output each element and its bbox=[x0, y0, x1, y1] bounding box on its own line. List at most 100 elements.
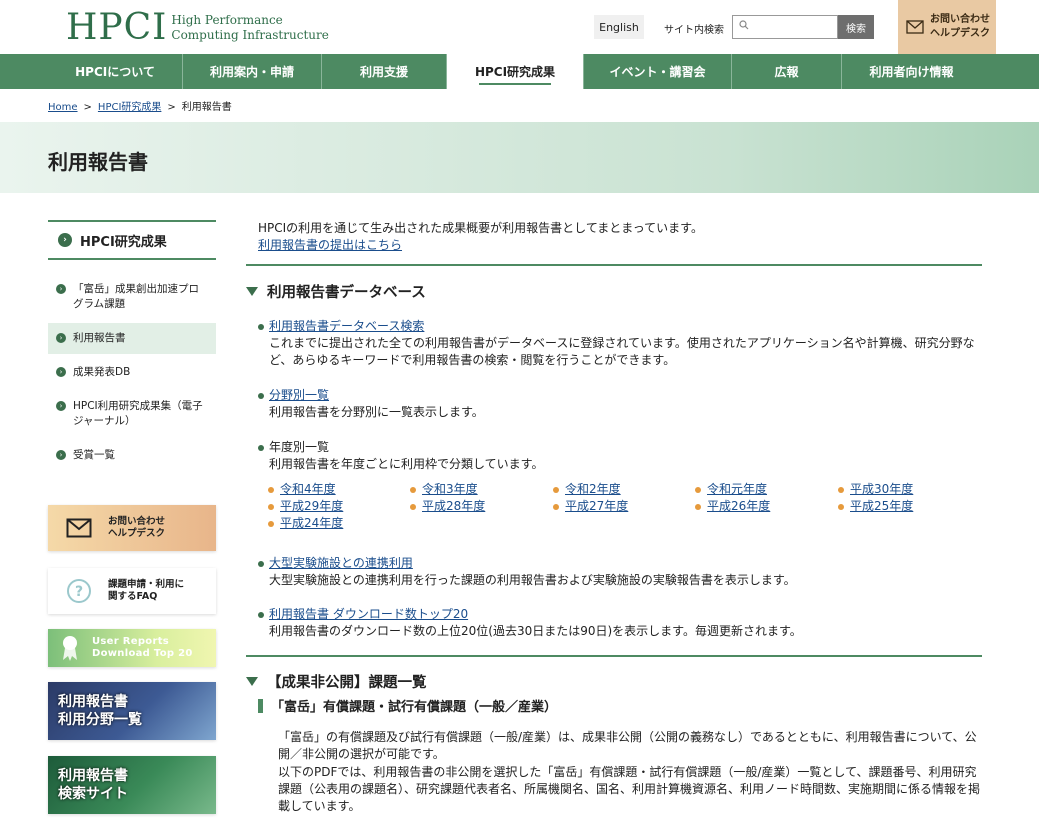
year-link-h24[interactable]: 平成24年度 bbox=[280, 516, 343, 530]
private-para-2: 以下のPDFでは、利用報告書の非公開を選択した「富岳」有償課題・試行有償課題（一… bbox=[278, 765, 981, 813]
bullet-icon bbox=[410, 486, 416, 493]
main-content: HPCIの利用を通じて生み出された成果概要が利用報告書としてまとまっています。 … bbox=[246, 220, 982, 302]
year-link-r3[interactable]: 令和3年度 bbox=[422, 482, 478, 496]
subtitle-label: 「富岳」有償課題・試行有償課題（一般／産業） bbox=[271, 700, 558, 715]
question-icon: ? bbox=[67, 579, 91, 603]
nav-item-support[interactable]: 利用支援 bbox=[322, 54, 447, 89]
nav-item-guide[interactable]: 利用案内・申請 bbox=[183, 54, 322, 89]
top20-desc: 利用報告書のダウンロード数の上位20位(過去30日または90日)を表示します。毎… bbox=[269, 624, 802, 638]
bullet-icon bbox=[268, 486, 274, 493]
sidebar-item-journal[interactable]: › HPCI利用研究成果集（電子ジャーナル） bbox=[48, 391, 216, 437]
search-button[interactable]: 検索 bbox=[838, 15, 874, 39]
bullet-icon bbox=[553, 486, 559, 493]
sidebar-item-label: HPCI利用研究成果集（電子ジャーナル） bbox=[73, 400, 203, 427]
divider bbox=[246, 655, 982, 657]
search-site-banner[interactable]: 利用報告書 検索サイト bbox=[48, 756, 216, 814]
chevron-right-icon: › bbox=[56, 401, 66, 411]
top20-entry: 利用報告書 ダウンロード数トップ20 利用報告書のダウンロード数の上位20位(過… bbox=[258, 606, 982, 640]
english-button[interactable]: English bbox=[594, 15, 644, 39]
large-facility-entry: 大型実験施設との連携利用 大型実験施設との連携利用を行った課題の利用報告書および… bbox=[258, 555, 982, 589]
faq-banner-label: 課題申請・利用に 関するFAQ bbox=[108, 579, 185, 602]
year-link-r1[interactable]: 令和元年度 bbox=[707, 482, 767, 496]
bullet-icon bbox=[553, 503, 559, 510]
helpdesk-button[interactable]: お問い合わせ ヘルプデスク bbox=[898, 0, 996, 54]
triangle-down-icon bbox=[246, 287, 258, 296]
nav-item-results[interactable]: HPCI研究成果 bbox=[447, 54, 584, 89]
db-entry: 利用報告書データベース検索 これまでに提出された全ての利用報告書がデータベースに… bbox=[258, 318, 982, 369]
faq-banner[interactable]: ? 課題申請・利用に 関するFAQ bbox=[48, 568, 216, 614]
bullet-icon bbox=[268, 503, 274, 510]
fugaku-paid-subtitle: 「富岳」有償課題・試行有償課題（一般／産業） bbox=[258, 696, 557, 715]
field-list-banner[interactable]: 利用報告書 利用分野一覧 bbox=[48, 682, 216, 740]
section-private-title: 【成果非公開】課題一覧 bbox=[246, 671, 427, 692]
site-header: HPCI High Performance Computing Infrastr… bbox=[0, 0, 1039, 54]
breadcrumb-sep: > bbox=[167, 102, 176, 113]
submit-report-link[interactable]: 利用報告書の提出はこちら bbox=[258, 238, 402, 252]
bullet-icon bbox=[258, 323, 264, 330]
field-entry: 分野別一覧 利用報告書を分野別に一覧表示します。 bbox=[258, 387, 982, 421]
field-list-link[interactable]: 分野別一覧 bbox=[269, 388, 329, 402]
logo-line-1: High Performance bbox=[171, 13, 283, 27]
sidebar-item-label: 受賞一覧 bbox=[73, 449, 115, 461]
year-link-r4[interactable]: 令和4年度 bbox=[280, 482, 336, 496]
breadcrumb-home[interactable]: Home bbox=[48, 102, 78, 113]
field-list-banner-label: 利用報告書 利用分野一覧 bbox=[58, 694, 142, 728]
bullet-icon bbox=[695, 503, 701, 510]
bullet-icon bbox=[838, 486, 844, 493]
hpci-logo[interactable]: HPCI High Performance Computing Infrastr… bbox=[66, 8, 329, 48]
year-desc: 利用報告書を年度ごとに利用枠で分類しています。 bbox=[269, 457, 544, 471]
main-nav: HPCIについて 利用案内・申請 利用支援 HPCI研究成果 イベント・講習会 … bbox=[0, 54, 1039, 89]
medal-icon bbox=[63, 636, 77, 661]
helpdesk-banner-label: お問い合わせ ヘルプデスク bbox=[108, 516, 166, 539]
chevron-right-icon: › bbox=[56, 450, 66, 460]
field-desc: 利用報告書を分野別に一覧表示します。 bbox=[269, 405, 484, 419]
nav-item-about[interactable]: HPCIについて bbox=[48, 54, 183, 89]
divider bbox=[246, 264, 982, 266]
db-desc: これまでに提出された全ての利用報告書がデータベースに登録されています。使用された… bbox=[269, 336, 975, 367]
page-banner: 利用報告書 bbox=[0, 122, 1039, 193]
top20-link[interactable]: 利用報告書 ダウンロード数トップ20 bbox=[269, 607, 468, 621]
large-facility-link[interactable]: 大型実験施設との連携利用 bbox=[269, 556, 413, 570]
subtitle-bar bbox=[258, 698, 263, 713]
helpdesk-label: お問い合わせ ヘルプデスク bbox=[930, 14, 990, 39]
nav-item-events[interactable]: イベント・講習会 bbox=[584, 54, 732, 89]
section-database-title: 利用報告書データベース bbox=[246, 281, 982, 302]
sidebar-item-awards[interactable]: › 受賞一覧 bbox=[48, 440, 216, 471]
mail-icon bbox=[906, 20, 924, 34]
search-icon bbox=[739, 20, 749, 30]
section-title-label: 【成果非公開】課題一覧 bbox=[267, 675, 427, 691]
breadcrumb-sep: > bbox=[83, 102, 92, 113]
sidebar-item-reports[interactable]: › 利用報告書 bbox=[48, 323, 216, 354]
sidebar-heading[interactable]: › HPCI研究成果 bbox=[48, 220, 216, 260]
nav-item-pr[interactable]: 広報 bbox=[732, 54, 842, 89]
svg-text:?: ? bbox=[75, 584, 83, 600]
site-search-label: サイト内検索 bbox=[664, 25, 724, 36]
intro-text: HPCIの利用を通じて生み出された成果概要が利用報告書としてまとまっています。 bbox=[258, 221, 703, 235]
chevron-right-icon: › bbox=[56, 367, 66, 377]
year-link-h27[interactable]: 平成27年度 bbox=[565, 499, 628, 513]
breadcrumb-parent[interactable]: HPCI研究成果 bbox=[98, 102, 161, 113]
year-link-r2[interactable]: 令和2年度 bbox=[565, 482, 621, 496]
year-link-h28[interactable]: 平成28年度 bbox=[422, 499, 485, 513]
year-link-h26[interactable]: 平成26年度 bbox=[707, 499, 770, 513]
sidebar-item-label: 「富岳」成果創出加速プログラム課題 bbox=[73, 283, 199, 310]
logo-line-2: Computing Infrastructure bbox=[171, 28, 329, 42]
bullet-icon bbox=[838, 503, 844, 510]
bullet-icon bbox=[258, 392, 264, 399]
helpdesk-banner[interactable]: お問い合わせ ヘルプデスク bbox=[48, 505, 216, 551]
sidebar-item-label: 成果発表DB bbox=[73, 366, 131, 378]
search-box[interactable] bbox=[732, 15, 838, 39]
section-title-label: 利用報告書データベース bbox=[267, 285, 426, 301]
nav-item-users[interactable]: 利用者向け情報 bbox=[842, 54, 981, 89]
bullet-icon bbox=[695, 486, 701, 493]
year-link-h25[interactable]: 平成25年度 bbox=[850, 499, 913, 513]
sidebar-item-publication-db[interactable]: › 成果発表DB bbox=[48, 357, 216, 388]
year-link-h30[interactable]: 平成30年度 bbox=[850, 482, 913, 496]
top20-banner-label: User Reports Download Top 20 bbox=[92, 636, 193, 659]
db-search-link[interactable]: 利用報告書データベース検索 bbox=[269, 319, 424, 333]
sidebar-item-fugaku-program[interactable]: › 「富岳」成果創出加速プログラム課題 bbox=[48, 274, 216, 320]
top20-banner[interactable]: User Reports Download Top 20 bbox=[48, 629, 216, 667]
year-link-h29[interactable]: 平成29年度 bbox=[280, 499, 343, 513]
search-input[interactable] bbox=[755, 18, 835, 36]
triangle-down-icon bbox=[246, 677, 258, 686]
